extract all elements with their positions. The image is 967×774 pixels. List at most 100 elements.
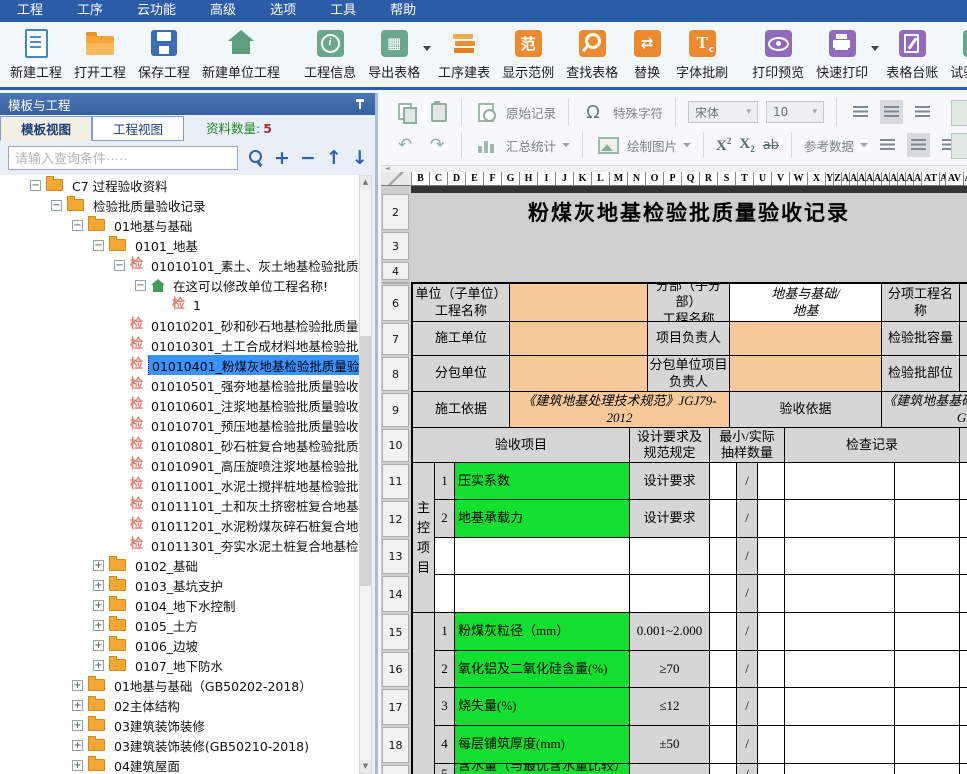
collapse-icon[interactable]: −	[30, 180, 41, 191]
original-record-button[interactable]: 原始记录	[506, 103, 556, 122]
menu-item[interactable]: 云功能	[120, 0, 193, 22]
toolbar-button[interactable]: i工程信息	[298, 22, 362, 87]
scrollbar-thumb[interactable]	[360, 336, 371, 586]
column-header[interactable]: AJ	[914, 172, 922, 185]
check-record-cell[interactable]	[960, 764, 967, 774]
check-record-cell[interactable]	[785, 538, 895, 575]
subscript-button[interactable]: X2	[739, 136, 754, 154]
expand-icon[interactable]: +	[72, 760, 83, 771]
column-header[interactable]: AE	[874, 172, 882, 185]
menu-item[interactable]: 帮助	[373, 0, 433, 22]
info-cell[interactable]: 《建筑地基基础工程施工质量验收规范》GB50202-2018	[882, 392, 967, 428]
toolbar-button[interactable]: 范显示范例	[496, 22, 560, 87]
check-num-cell[interactable]: 1	[435, 613, 455, 651]
info-label-cell[interactable]: 项目负责人	[648, 322, 730, 356]
check-spec-cell[interactable]: 设计要求	[630, 463, 710, 500]
info-label-cell[interactable]: 检验批容量	[882, 322, 960, 356]
collapse-icon[interactable]: −	[72, 220, 83, 231]
tree-item[interactable]: 检01011301_夯实水泥土桩复合地基检验批	[0, 535, 362, 555]
check-sample-slash-cell[interactable]: /	[737, 764, 758, 774]
check-sample-cell[interactable]	[710, 613, 737, 651]
row-headers[interactable]: 2346789101112131415161718	[381, 186, 411, 774]
scroll-left-icon[interactable]: ◄	[385, 165, 390, 172]
check-header-cell[interactable]	[960, 428, 967, 463]
special-char-button[interactable]: 特殊字符	[613, 103, 663, 122]
check-record-cell[interactable]	[895, 651, 960, 688]
expand-icon[interactable]: +	[93, 660, 104, 671]
column-header[interactable]: W	[790, 172, 808, 185]
tree-item-label[interactable]: 0102_基础	[132, 555, 201, 575]
check-sample-cell[interactable]	[758, 613, 785, 651]
check-spec-cell[interactable]	[630, 764, 710, 774]
check-record-cell[interactable]	[895, 538, 960, 575]
check-record-cell[interactable]	[960, 500, 967, 538]
tree-item-label[interactable]: 01010101_素土、灰土地基检验批质量验	[148, 255, 362, 275]
group-label-cell[interactable]: 一般项目	[413, 613, 435, 774]
column-header[interactable]: E	[466, 172, 484, 185]
tree-item-label[interactable]: 01010601_注浆地基检验批质量验收记录	[148, 395, 362, 415]
toolbar-button[interactable]: 表格台账	[880, 22, 944, 87]
column-header[interactable]: AA	[842, 172, 850, 185]
align-top-button[interactable]	[849, 100, 872, 124]
tree-item-label[interactable]: 01010801_砂石桩复合地基检验批质量验	[148, 435, 362, 455]
tree-item-label[interactable]: 01011201_水泥粉煤灰碎石桩复合地基检	[148, 515, 362, 535]
omega-icon[interactable]: Ω	[581, 100, 605, 124]
toolbar-button[interactable]: 新建单位工程	[196, 22, 286, 87]
row-header[interactable]	[382, 765, 409, 774]
tab-template-view[interactable]: 模板视图	[0, 116, 92, 141]
row-header[interactable]: 2	[382, 194, 409, 230]
tree-item-label[interactable]: 0103_基坑支护	[132, 575, 226, 595]
check-record-cell[interactable]	[785, 726, 895, 764]
check-sample-cell[interactable]	[710, 575, 737, 613]
clipped-toolbar-icon[interactable]	[951, 133, 967, 159]
column-header[interactable]: F	[484, 172, 502, 185]
check-header-cell[interactable]: 检查记录	[785, 428, 960, 463]
align-left-button[interactable]	[876, 133, 899, 157]
column-header[interactable]: AT	[922, 172, 940, 185]
down-icon[interactable]: ↓	[352, 146, 368, 170]
tree-item[interactable]: +0107_地下防水	[0, 655, 362, 675]
sheet-title[interactable]: 粉煤灰地基检验批质量验收记录	[411, 193, 967, 231]
column-header[interactable]: AI	[906, 172, 914, 185]
tree-item[interactable]: +0106_边坡	[0, 635, 362, 655]
toolbar-button[interactable]: 试验台账	[944, 22, 967, 87]
column-header[interactable]: C	[430, 172, 448, 185]
check-record-cell[interactable]	[895, 463, 960, 500]
info-cell[interactable]	[960, 284, 967, 322]
expand-icon[interactable]: +	[72, 740, 83, 751]
row-header[interactable]: 7	[382, 323, 409, 355]
tree-item[interactable]: +0102_基础	[0, 555, 362, 575]
info-label-cell[interactable]: 分项工程名称	[882, 284, 960, 322]
info-input-cell[interactable]	[510, 356, 648, 392]
info-label-cell[interactable]: 施工单位	[413, 322, 510, 356]
check-item-cell[interactable]: 压实系数	[455, 463, 630, 500]
scroll-up-icon[interactable]: ▲	[360, 176, 371, 189]
check-spec-cell[interactable]: ≤12	[630, 688, 710, 726]
check-record-cell[interactable]	[960, 613, 967, 651]
info-label-cell[interactable]: 分包单位	[413, 356, 510, 392]
check-num-cell[interactable]: 5	[435, 764, 455, 774]
expand-icon[interactable]: +	[72, 700, 83, 711]
tree-item-label[interactable]: C7 过程验收资料	[69, 175, 171, 195]
tree-item[interactable]: −01地基与基础	[0, 215, 362, 235]
column-headers[interactable]: BCDEFGHIJKLMNOPQRSTUVWXYZAAABACADAEAFAGA…	[381, 172, 967, 186]
column-header[interactable]: Y	[826, 172, 834, 185]
undo-icon[interactable]: ↶	[393, 133, 417, 157]
expand-icon[interactable]: +	[93, 640, 104, 651]
up-icon[interactable]: ↑	[326, 146, 342, 170]
original-record-icon[interactable]	[474, 100, 498, 124]
tree-item-label[interactable]: 01010901_高压旋喷注浆地基检验批质量	[148, 455, 362, 475]
check-record-cell[interactable]	[895, 688, 960, 726]
info-label-cell[interactable]: 分部（子分部） 工程名称	[648, 284, 730, 322]
check-record-cell[interactable]	[960, 651, 967, 688]
tree-item[interactable]: 检01010301_土工合成材料地基检验批质量	[0, 335, 362, 355]
check-record-cell[interactable]	[785, 463, 895, 500]
check-sample-cell[interactable]	[758, 500, 785, 538]
toolbar-button[interactable]: 保存工程	[132, 22, 196, 87]
row-header[interactable]: 3	[382, 232, 409, 260]
summary-stats-icon[interactable]	[474, 133, 498, 157]
check-sample-cell[interactable]	[710, 500, 737, 538]
align-bottom-button[interactable]	[911, 100, 934, 124]
menu-item[interactable]: 工程	[0, 0, 60, 22]
toolbar-button[interactable]: ▦导出表格	[362, 22, 426, 87]
